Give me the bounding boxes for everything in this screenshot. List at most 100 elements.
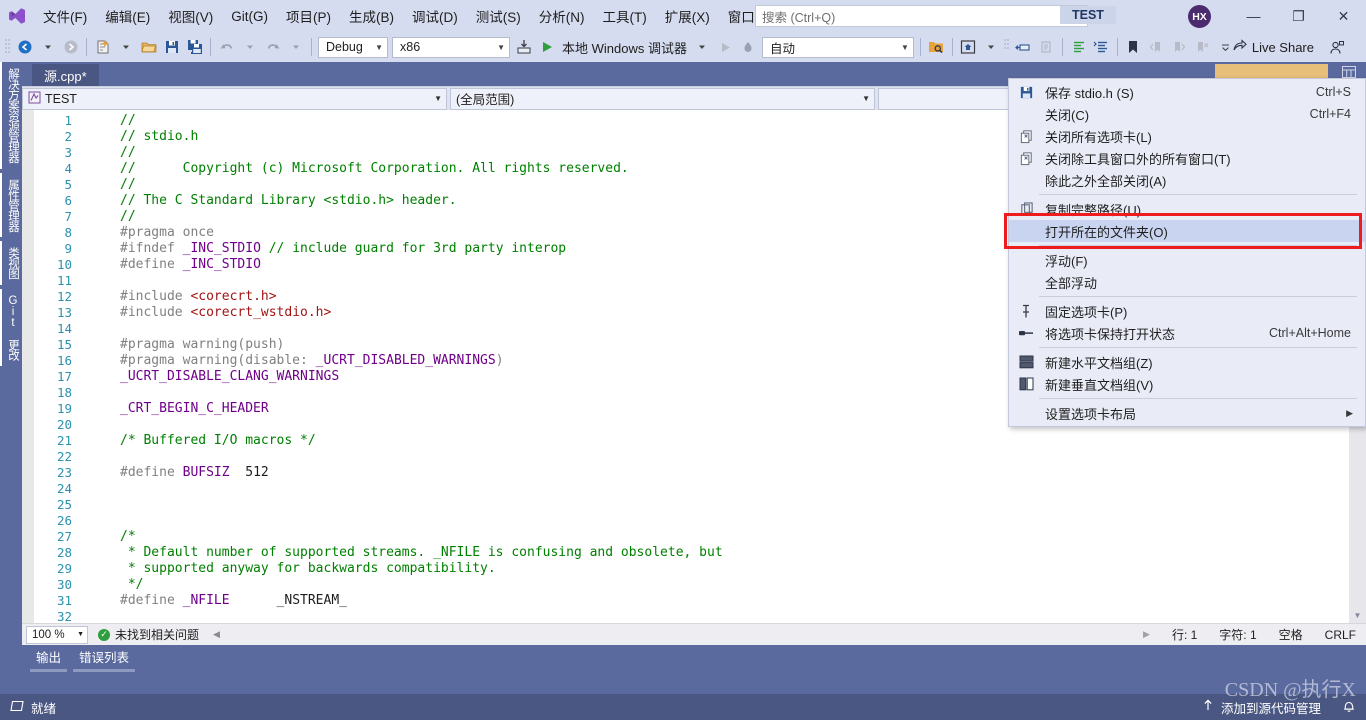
save-button[interactable] bbox=[160, 35, 183, 59]
code-line[interactable]: 11 bbox=[22, 272, 723, 288]
navbar-project-dropdown[interactable]: TEST ▼ bbox=[22, 88, 447, 110]
code-line[interactable]: 29 * supported anyway for backwards comp… bbox=[22, 560, 723, 576]
status-source-control-group[interactable]: 添加到源代码管理 bbox=[1202, 698, 1356, 717]
code-line[interactable]: 2// stdio.h bbox=[22, 128, 723, 144]
navbar-scope-dropdown[interactable]: (全局范围) ▼ bbox=[450, 88, 875, 110]
context-menu-item[interactable]: 保存 stdio.h (S)Ctrl+S bbox=[1009, 81, 1365, 103]
search-input[interactable]: 搜索 (Ctrl+Q) bbox=[755, 5, 1088, 27]
hot-reload-icon[interactable] bbox=[737, 35, 760, 59]
clear-bookmarks-icon[interactable] bbox=[1191, 35, 1214, 59]
menu-extensions[interactable]: 扩展(X) bbox=[656, 2, 719, 30]
code-line[interactable]: 16#pragma warning(disable: _UCRT_DISABLE… bbox=[22, 352, 723, 368]
code-line[interactable]: 5// bbox=[22, 176, 723, 192]
tab-output[interactable]: 输出 bbox=[30, 645, 67, 672]
new-item-button[interactable] bbox=[91, 35, 114, 59]
debug-target-dropdown[interactable]: 自动 ▼ bbox=[762, 37, 914, 58]
code-line[interactable]: 8#pragma once bbox=[22, 224, 723, 240]
navigate-forward-button[interactable] bbox=[59, 35, 82, 59]
solution-platform-dropdown[interactable]: x86 ▼ bbox=[392, 37, 510, 58]
code-line[interactable]: 14 bbox=[22, 320, 723, 336]
comment-selection-icon[interactable] bbox=[1012, 35, 1035, 59]
minimize-icon[interactable]: — bbox=[1231, 0, 1276, 32]
next-bookmark-icon[interactable] bbox=[1168, 35, 1191, 59]
code-line[interactable]: 31#define _NFILE _NSTREAM_ bbox=[22, 592, 723, 608]
context-menu-item[interactable]: 全部浮动 bbox=[1009, 271, 1365, 293]
sidebar-item-git-changes[interactable]: Git 更改 bbox=[0, 289, 24, 366]
increase-indent-icon[interactable] bbox=[1090, 35, 1113, 59]
context-menu-item[interactable]: 设置选项卡布局▶ bbox=[1009, 402, 1365, 424]
navigate-back-button[interactable] bbox=[13, 35, 36, 59]
menu-view[interactable]: 视图(V) bbox=[159, 2, 222, 30]
context-menu-item[interactable]: 浮动(F) bbox=[1009, 249, 1365, 271]
context-menu-item[interactable]: 复制完整路径(U) bbox=[1009, 198, 1365, 220]
code-line[interactable]: 9#ifndef _INC_STDIO // include guard for… bbox=[22, 240, 723, 256]
start-debug-label[interactable]: 本地 Windows 调试器 bbox=[558, 35, 691, 59]
code-line[interactable]: 26 bbox=[22, 512, 723, 528]
code-line[interactable]: 7// bbox=[22, 208, 723, 224]
avatar[interactable]: HX bbox=[1188, 5, 1211, 28]
menu-test[interactable]: 测试(S) bbox=[467, 2, 530, 30]
uncomment-selection-icon[interactable] bbox=[1035, 35, 1058, 59]
code-line[interactable]: 17_UCRT_DISABLE_CLANG_WARNINGS bbox=[22, 368, 723, 384]
new-item-dropdown-icon[interactable] bbox=[114, 35, 137, 59]
add-collaborator-icon[interactable] bbox=[1325, 36, 1348, 60]
toolbar-grip-handle[interactable] bbox=[1003, 38, 1012, 56]
undo-dropdown-icon[interactable] bbox=[238, 35, 261, 59]
code-line[interactable]: 21/* Buffered I/O macros */ bbox=[22, 432, 723, 448]
search-in-files-icon[interactable] bbox=[925, 35, 948, 59]
code-line[interactable]: 1// bbox=[22, 112, 723, 128]
attach-to-process-icon[interactable] bbox=[512, 35, 535, 59]
code-line[interactable]: 10#define _INC_STDIO bbox=[22, 256, 723, 272]
context-menu-item[interactable]: 将选项卡保持打开状态Ctrl+Alt+Home bbox=[1009, 322, 1365, 344]
maximize-icon[interactable]: ❐ bbox=[1276, 0, 1321, 32]
code-line[interactable]: 32 bbox=[22, 608, 723, 623]
scroll-left-arrow-icon[interactable]: ◀ bbox=[213, 629, 220, 640]
code-line[interactable]: 23#define BUFSIZ 512 bbox=[22, 464, 723, 480]
menu-analyze[interactable]: 分析(N) bbox=[530, 2, 594, 30]
toggle-bookmark-icon[interactable] bbox=[1122, 35, 1145, 59]
menu-build[interactable]: 生成(B) bbox=[340, 2, 403, 30]
solution-configuration-dropdown[interactable]: Debug ▼ bbox=[318, 37, 388, 58]
code-line[interactable]: 30 */ bbox=[22, 576, 723, 592]
code-line[interactable]: 27/* bbox=[22, 528, 723, 544]
context-menu-item[interactable]: 新建水平文档组(Z) bbox=[1009, 351, 1365, 373]
menu-tools[interactable]: 工具(T) bbox=[594, 2, 656, 30]
sidebar-item-property-manager[interactable]: 属性管理器 bbox=[0, 173, 24, 238]
code-line[interactable]: 13#include <corecrt_wstdio.h> bbox=[22, 304, 723, 320]
context-menu-item[interactable]: 打开所在的文件夹(O) bbox=[1009, 220, 1365, 242]
zoom-level-dropdown[interactable]: 100 % ▼ bbox=[26, 626, 88, 644]
menu-git[interactable]: Git(G) bbox=[222, 5, 277, 28]
redo-dropdown-icon[interactable] bbox=[284, 35, 307, 59]
bell-icon[interactable] bbox=[1328, 699, 1356, 716]
code-line[interactable]: 24 bbox=[22, 480, 723, 496]
context-menu-item[interactable]: 除此之外全部关闭(A) bbox=[1009, 169, 1365, 191]
code-line[interactable]: 18 bbox=[22, 384, 723, 400]
code-line[interactable]: 12#include <corecrt.h> bbox=[22, 288, 723, 304]
document-tab-context-menu[interactable]: 保存 stdio.h (S)Ctrl+S关闭(C)Ctrl+F4关闭所有选项卡(… bbox=[1008, 78, 1366, 427]
tab-error-list[interactable]: 错误列表 bbox=[73, 645, 135, 672]
start-debug-play-icon[interactable] bbox=[535, 35, 558, 59]
code-line[interactable]: 4// Copyright (c) Microsoft Corporation.… bbox=[22, 160, 723, 176]
code-line[interactable]: 19_CRT_BEGIN_C_HEADER bbox=[22, 400, 723, 416]
code-line[interactable]: 28 * Default number of supported streams… bbox=[22, 544, 723, 560]
sidebar-item-class-view[interactable]: 类视图 bbox=[0, 241, 24, 285]
decrease-indent-icon[interactable] bbox=[1067, 35, 1090, 59]
save-all-button[interactable] bbox=[183, 35, 206, 59]
redo-button[interactable] bbox=[261, 35, 284, 59]
undo-button[interactable] bbox=[215, 35, 238, 59]
code-line[interactable]: 20 bbox=[22, 416, 723, 432]
context-menu-item[interactable]: 固定选项卡(P) bbox=[1009, 300, 1365, 322]
scroll-right-arrow-icon[interactable]: ▶ bbox=[1143, 629, 1150, 640]
code-line[interactable]: 15#pragma warning(push) bbox=[22, 336, 723, 352]
scroll-down-arrow-icon[interactable]: ▼ bbox=[1349, 607, 1366, 623]
code-line[interactable]: 22 bbox=[22, 448, 723, 464]
sidebar-item-solution-explorer[interactable]: 解决方案资源管理器 bbox=[0, 62, 24, 169]
code-line[interactable]: 6// The C Standard Library <stdio.h> hea… bbox=[22, 192, 723, 208]
context-menu-item[interactable]: 关闭除工具窗口外的所有窗口(T) bbox=[1009, 147, 1365, 169]
context-menu-item[interactable]: 新建垂直文档组(V) bbox=[1009, 373, 1365, 395]
close-icon[interactable]: ✕ bbox=[1321, 0, 1366, 32]
previous-bookmark-icon[interactable] bbox=[1145, 35, 1168, 59]
menu-debug[interactable]: 调试(D) bbox=[403, 2, 467, 30]
menu-edit[interactable]: 编辑(E) bbox=[96, 2, 159, 30]
issue-status[interactable]: ✓ 未找到相关问题 bbox=[98, 626, 199, 643]
